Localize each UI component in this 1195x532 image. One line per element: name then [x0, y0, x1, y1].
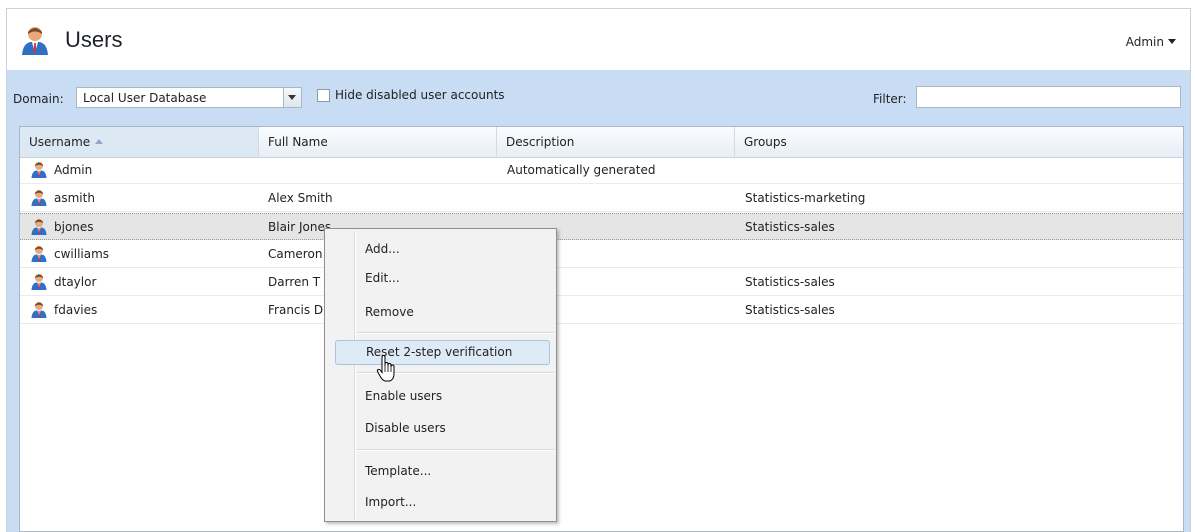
table-row[interactable]: bjones Blair Jones Statistics-sales — [20, 213, 1183, 240]
cell-username: cwilliams — [54, 247, 110, 261]
filter-label: Filter: — [873, 92, 907, 106]
column-header-label: Description — [506, 135, 575, 149]
table-row[interactable]: asmith Alex Smith Statistics-marketing — [20, 185, 1183, 212]
cell-full-name: Francis D — [268, 303, 324, 317]
user-icon — [31, 219, 47, 235]
domain-label: Domain: — [13, 92, 64, 106]
cell-full-name: Alex Smith — [268, 191, 333, 205]
menu-item-import[interactable]: Import... — [335, 490, 550, 515]
table-row[interactable]: fdavies Francis D Statistics-sales — [20, 297, 1183, 324]
cell-username: asmith — [54, 191, 95, 205]
user-icon — [22, 27, 48, 55]
cell-username: fdavies — [54, 303, 98, 317]
user-icon — [31, 302, 47, 318]
column-header-full-name[interactable]: Full Name — [259, 127, 497, 157]
cell-full-name: Darren T — [268, 275, 321, 289]
users-panel: Domain: Local User Database Hide disable… — [7, 70, 1190, 532]
context-menu: Add... Edit... Remove Reset 2-step verif… — [324, 228, 557, 522]
user-icon — [31, 190, 47, 206]
cell-username: Admin — [54, 163, 93, 177]
column-header-label: Groups — [744, 135, 787, 149]
user-menu[interactable]: Admin — [1126, 35, 1176, 49]
user-icon — [31, 274, 47, 290]
column-header-label: Username — [29, 135, 91, 149]
hide-disabled-checkbox[interactable] — [317, 89, 330, 102]
cell-groups: Statistics-sales — [745, 303, 835, 317]
menu-item-add[interactable]: Add... — [335, 237, 550, 262]
cell-full-name: Blair Jones — [268, 220, 332, 234]
filter-input[interactable] — [916, 86, 1181, 108]
page-title: Users — [65, 27, 123, 52]
column-header-username[interactable]: Username — [20, 127, 259, 157]
cell-groups: Statistics-sales — [745, 220, 835, 234]
domain-select-value: Local User Database — [83, 91, 207, 105]
hand-pointer-icon — [376, 355, 395, 382]
dropdown-arrow-icon[interactable] — [283, 88, 301, 107]
user-icon — [31, 162, 47, 178]
menu-item-edit[interactable]: Edit... — [335, 266, 550, 291]
cell-username: dtaylor — [54, 275, 97, 289]
caret-down-icon — [1168, 39, 1176, 44]
menu-item-reset-2-step-verification[interactable]: Reset 2-step verification — [335, 340, 550, 365]
menu-item-remove[interactable]: Remove — [335, 300, 550, 325]
table-header: Username Full Name Description Groups — [20, 127, 1183, 158]
menu-item-disable-users[interactable]: Disable users — [335, 416, 550, 441]
cell-username: bjones — [54, 220, 94, 234]
column-header-groups[interactable]: Groups — [735, 127, 1183, 157]
hide-disabled-label[interactable]: Hide disabled user accounts — [335, 88, 505, 102]
sort-ascending-icon — [95, 139, 104, 144]
table-row[interactable]: cwilliams Cameron — [20, 241, 1183, 268]
cell-description: Automatically generated — [507, 163, 656, 177]
user-icon — [31, 246, 47, 262]
cell-groups: Statistics-marketing — [745, 191, 866, 205]
user-menu-label: Admin — [1125, 35, 1164, 49]
menu-separator — [357, 332, 554, 334]
menu-item-template[interactable]: Template... — [335, 459, 550, 484]
column-header-description[interactable]: Description — [497, 127, 735, 157]
table-row[interactable]: Admin Automatically generated — [20, 157, 1183, 184]
table-row[interactable]: dtaylor Darren T Statistics-sales — [20, 269, 1183, 296]
cell-full-name: Cameron — [268, 247, 323, 261]
domain-select[interactable]: Local User Database — [76, 87, 302, 108]
menu-separator — [357, 449, 554, 451]
menu-item-enable-users[interactable]: Enable users — [335, 384, 550, 409]
users-table: Username Full Name Description Groups Ad… — [19, 126, 1184, 532]
page-header: Users Admin — [7, 9, 1190, 69]
column-header-label: Full Name — [268, 135, 328, 149]
cell-groups: Statistics-sales — [745, 275, 835, 289]
